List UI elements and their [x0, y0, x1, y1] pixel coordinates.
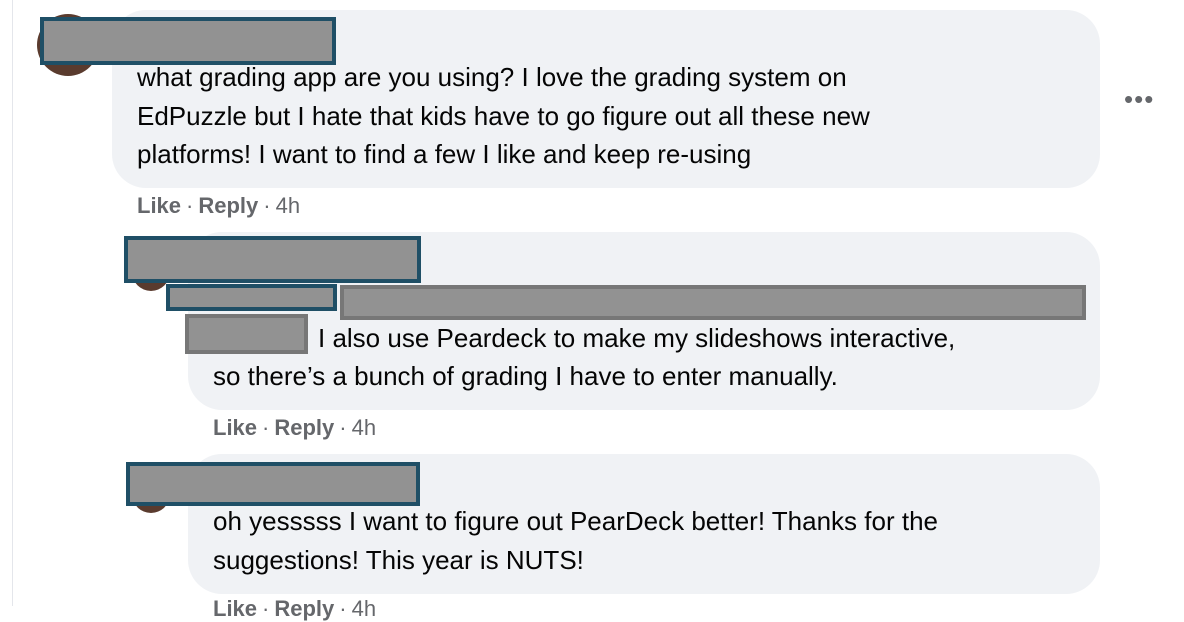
redacted-author-name [124, 236, 421, 283]
timestamp[interactable]: 4h [276, 193, 300, 218]
like-button[interactable]: Like [213, 415, 257, 440]
separator: · [262, 596, 270, 621]
thread-line [12, 0, 13, 606]
comment-line: what grading app are you using? I love t… [137, 62, 847, 92]
redacted-text [185, 314, 308, 354]
comment-actions: Like · Reply · 4h [213, 415, 376, 441]
timestamp[interactable]: 4h [352, 596, 376, 621]
timestamp[interactable]: 4h [352, 415, 376, 440]
comment-text: I also use Peardeck to make my slideshow… [318, 319, 955, 358]
separator: · [186, 193, 194, 218]
comment-line: EdPuzzle but I hate that kids have to go… [137, 100, 870, 131]
separator: · [339, 596, 347, 621]
comment-text: so there’s a bunch of grading I have to … [213, 357, 838, 396]
comment-text: what grading app are you using? I love t… [137, 58, 870, 174]
like-button[interactable]: Like [213, 596, 257, 621]
like-button[interactable]: Like [137, 193, 181, 218]
comment-actions: Like · Reply · 4h [213, 596, 376, 622]
comment-line: I also use Peardeck to make my slideshow… [318, 323, 956, 353]
reply-button[interactable]: Reply [274, 596, 334, 621]
comment-text: oh yesssss I want to figure out PearDeck… [213, 502, 938, 579]
comment-line: so there’s a bunch of grading I have to … [213, 361, 838, 391]
redacted-mention [166, 284, 337, 311]
separator: · [263, 193, 271, 218]
redacted-text [340, 285, 1086, 320]
separator: · [339, 415, 347, 440]
ellipsis-icon[interactable]: ••• [1124, 86, 1154, 112]
comment-line: platforms! I want to find a few I like a… [137, 139, 752, 169]
redacted-author-name [126, 462, 420, 506]
comment-line: suggestions! This year is NUTS! [213, 544, 584, 575]
reply-button[interactable]: Reply [198, 193, 258, 218]
reply-button[interactable]: Reply [274, 415, 334, 440]
comment-line: oh yesssss I want to figure out PearDeck… [213, 506, 938, 536]
separator: · [262, 415, 270, 440]
comment-actions: Like · Reply · 4h [137, 193, 300, 219]
